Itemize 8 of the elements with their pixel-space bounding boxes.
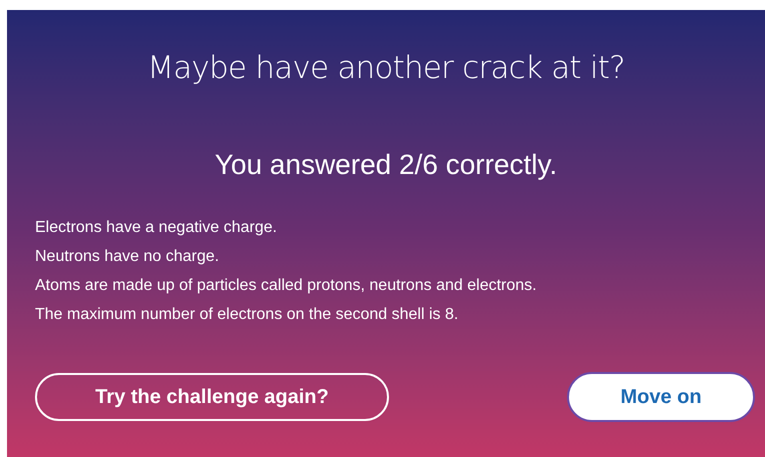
panel-title: Maybe have another crack at it? — [147, 49, 625, 88]
move-on-button[interactable]: Move on — [567, 372, 755, 422]
feedback-line: Atoms are made up of particles called protons, neutrons and electrons. — [35, 276, 538, 296]
feedback-line: Electrons have a negative charge. — [35, 218, 278, 238]
feedback-line: The maximum number of electrons on the second shell is 8. — [35, 305, 460, 325]
feedback-line: Neutrons have no charge. — [35, 247, 220, 267]
retry-button[interactable]: Try the challenge again? — [35, 373, 389, 421]
score-text: You answered 2/6 correctly. — [214, 148, 558, 182]
